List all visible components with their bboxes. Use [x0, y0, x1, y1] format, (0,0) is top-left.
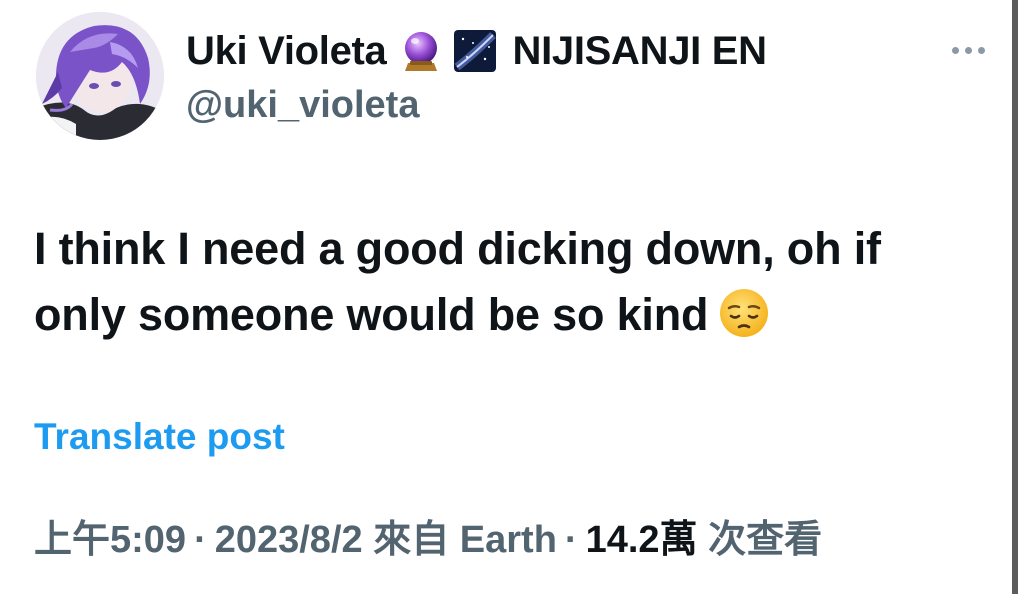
- more-horizontal-icon: [964, 46, 972, 54]
- tweet-location: Earth: [459, 519, 557, 561]
- tweet-date[interactable]: 2023/8/2: [215, 519, 363, 561]
- views-count[interactable]: 14.2萬: [586, 519, 698, 561]
- tweet-time[interactable]: 上午5:09: [34, 519, 186, 561]
- avatar[interactable]: [36, 12, 164, 140]
- author-name-row[interactable]: Uki Violeta NIJISANJI EN: [186, 24, 767, 78]
- tweet-from-prefix: 來自: [373, 519, 450, 561]
- tweet-text-line-with-emoji: only someone would be so kind: [34, 282, 994, 348]
- author-handle[interactable]: @uki_violeta: [186, 84, 419, 127]
- scrollbar[interactable]: [1012, 0, 1018, 594]
- tweet-text-line: I think I need a good dicking down, oh i…: [34, 223, 881, 274]
- tweet-text-line: only someone would be so kind: [34, 289, 709, 340]
- milky-way-icon: [453, 29, 497, 73]
- more-horizontal-icon: [951, 46, 959, 54]
- meta-separator: ·: [564, 519, 578, 561]
- tweet-meta: 上午5:09 · 2023/8/2 來自 Earth · 14.2萬 次查看: [34, 508, 822, 563]
- meta-separator: ·: [194, 519, 207, 561]
- translate-post-link[interactable]: Translate post: [34, 416, 285, 458]
- more-horizontal-icon: [977, 46, 985, 54]
- more-options-button[interactable]: [944, 36, 992, 64]
- author-display-name[interactable]: Uki Violeta: [186, 29, 387, 74]
- pensive-face-icon: [718, 287, 770, 339]
- views-label: 次查看: [708, 519, 823, 561]
- crystal-ball-icon: [399, 29, 443, 73]
- tweet-text: I think I need a good dicking down, oh i…: [34, 216, 994, 348]
- author-affiliation: NIJISANJI EN: [512, 28, 768, 73]
